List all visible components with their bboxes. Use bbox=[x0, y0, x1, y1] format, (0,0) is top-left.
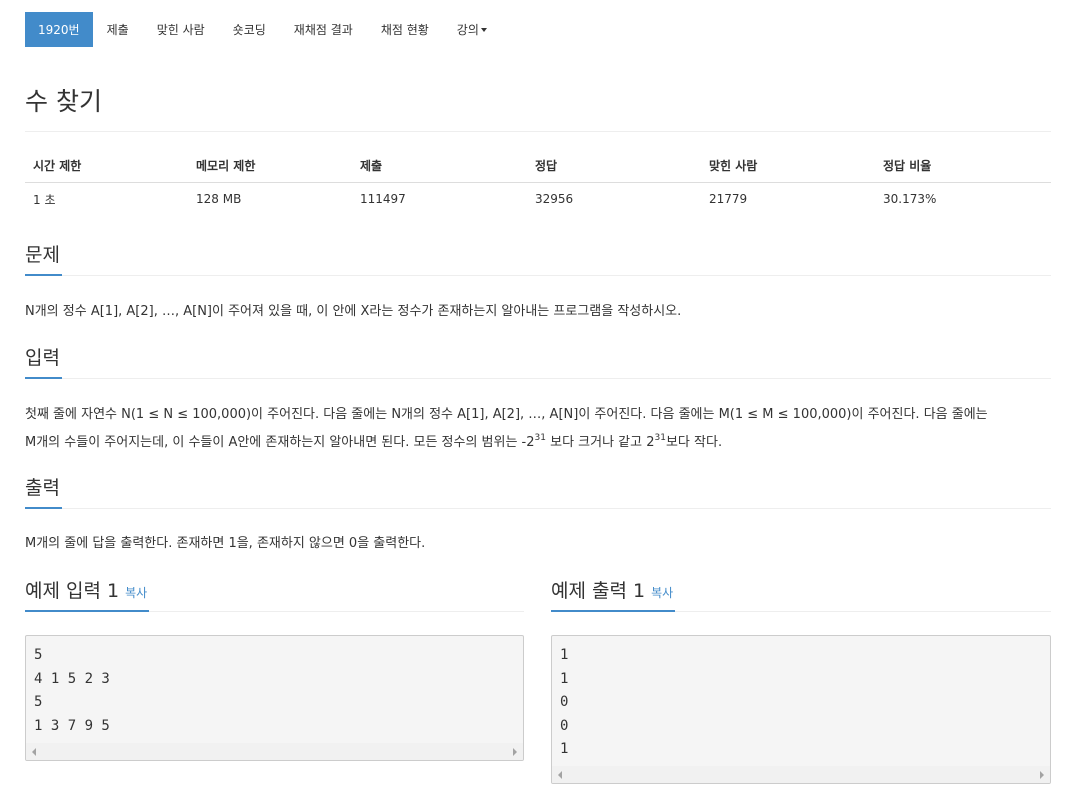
input-description: 첫째 줄에 자연수 N(1 ≤ N ≤ 100,000)이 주어진다. 다음 줄… bbox=[25, 401, 1055, 457]
output-description: M개의 줄에 답을 출력한다. 존재하면 1을, 존재하지 않으면 0을 출력한… bbox=[25, 536, 426, 551]
header-solvers: 맞힌 사람 bbox=[701, 150, 875, 183]
input-description-line: 첫째 줄에 자연수 N(1 ≤ N ≤ 100,000)이 주어진다. 다음 줄… bbox=[25, 407, 988, 422]
exponent: 31 bbox=[534, 433, 546, 443]
sample-input-title: 예제 입력 1 bbox=[25, 580, 120, 602]
sample-input-content: 5 4 1 5 2 3 5 1 3 7 9 5 bbox=[34, 647, 110, 734]
output-section-header: 출력 bbox=[25, 476, 1051, 509]
value-submissions: 111497 bbox=[360, 192, 406, 207]
input-text-segment: 보다 크거나 같고 2 bbox=[545, 435, 655, 450]
nav-lectures-label: 강의 bbox=[456, 23, 479, 37]
value-accepted: 32956 bbox=[535, 192, 574, 207]
input-heading: 입력 bbox=[25, 346, 62, 379]
scroll-right-icon[interactable] bbox=[513, 748, 517, 756]
input-section-header: 입력 bbox=[25, 346, 1051, 379]
header-time-limit: 시간 제한 bbox=[25, 150, 188, 183]
sample-output-heading: 예제 출력 1 복사 bbox=[551, 579, 676, 612]
caret-down-icon bbox=[480, 27, 487, 32]
problem-section-header: 문제 bbox=[25, 243, 1051, 276]
table-header-row: 시간 제한 메모리 제한 제출 정답 맞힌 사람 정답 비율 bbox=[25, 150, 1051, 183]
problem-heading: 문제 bbox=[25, 243, 62, 276]
horizontal-scrollbar[interactable] bbox=[26, 743, 523, 760]
table-row: 1 초 128 MB 111497 32956 21779 30.173% bbox=[25, 182, 1051, 216]
nav-judge-status[interactable]: 채점 현황 bbox=[367, 12, 443, 47]
sample-output-content: 1 1 0 0 1 bbox=[560, 647, 569, 757]
scroll-left-icon[interactable] bbox=[32, 748, 36, 756]
sample-output-header: 예제 출력 1 복사 bbox=[551, 579, 1051, 612]
problem-description: N개의 정수 A[1], A[2], …, A[N]이 주어져 있을 때, 이 … bbox=[25, 304, 682, 319]
scroll-left-icon[interactable] bbox=[558, 771, 562, 779]
nav-short-coding[interactable]: 숏코딩 bbox=[219, 12, 280, 47]
horizontal-scrollbar[interactable] bbox=[552, 766, 1050, 783]
copy-sample-input-button[interactable]: 복사 bbox=[125, 586, 147, 600]
input-description-line: M개의 수들이 주어지는데, 이 수들이 A안에 존재하는지 알아내면 된다. … bbox=[25, 429, 1055, 457]
header-submissions: 제출 bbox=[352, 150, 527, 183]
exponent: 31 bbox=[654, 433, 666, 443]
nav-problem-number[interactable]: 1920번 bbox=[25, 12, 93, 47]
sample-input-heading: 예제 입력 1 복사 bbox=[25, 579, 150, 612]
value-accept-ratio: 30.173% bbox=[883, 192, 937, 207]
header-memory-limit: 메모리 제한 bbox=[188, 150, 352, 183]
value-memory-limit: 128 MB bbox=[196, 192, 242, 207]
page-title: 수 찾기 bbox=[25, 87, 102, 116]
scroll-right-icon[interactable] bbox=[1040, 771, 1044, 779]
output-heading: 출력 bbox=[25, 476, 62, 509]
input-text-segment: M개의 수들이 주어지는데, 이 수들이 A안에 존재하는지 알아내면 된다. … bbox=[25, 435, 535, 450]
value-time-limit: 1 초 bbox=[33, 192, 56, 207]
sample-input-header: 예제 입력 1 복사 bbox=[25, 579, 524, 612]
sample-output-box[interactable]: 1 1 0 0 1 bbox=[551, 635, 1051, 784]
nav-rejudge-results[interactable]: 재채점 결과 bbox=[280, 12, 367, 47]
problem-nav: 1920번 제출 맞힌 사람 숏코딩 재채점 결과 채점 현황 강의 bbox=[25, 12, 501, 47]
value-solvers: 21779 bbox=[709, 192, 748, 207]
input-text-segment: 보다 작다. bbox=[665, 435, 723, 450]
header-accept-ratio: 정답 비율 bbox=[875, 150, 1051, 183]
problem-info-table: 시간 제한 메모리 제한 제출 정답 맞힌 사람 정답 비율 1 초 128 M… bbox=[25, 150, 1051, 216]
sample-output-title: 예제 출력 1 bbox=[551, 580, 646, 602]
nav-solvers[interactable]: 맞힌 사람 bbox=[143, 12, 219, 47]
nav-lectures-dropdown[interactable]: 강의 bbox=[443, 12, 501, 47]
header-accepted: 정답 bbox=[527, 150, 701, 183]
nav-submit[interactable]: 제출 bbox=[93, 12, 143, 47]
divider bbox=[25, 131, 1051, 132]
copy-sample-output-button[interactable]: 복사 bbox=[651, 586, 673, 600]
sample-input-box[interactable]: 5 4 1 5 2 3 5 1 3 7 9 5 bbox=[25, 635, 524, 761]
